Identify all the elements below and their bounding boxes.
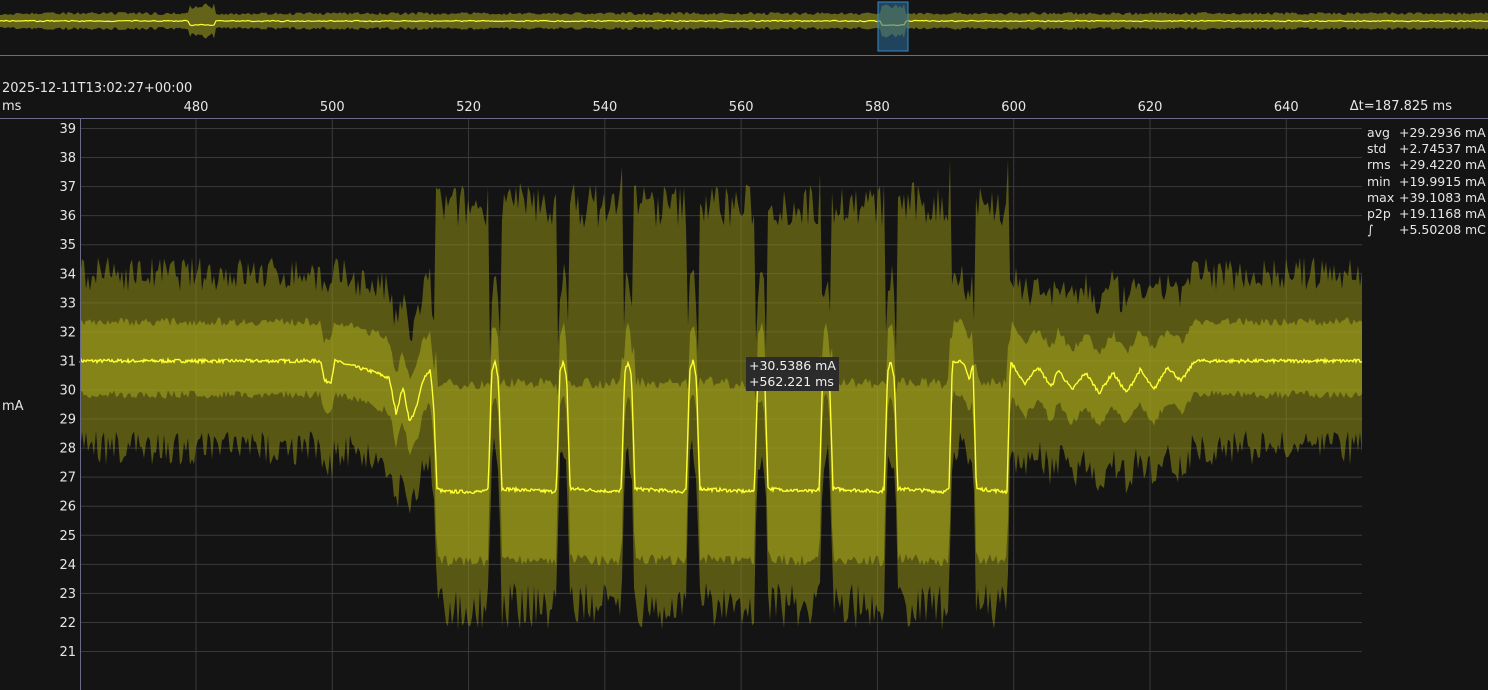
- x-tick-label: 480: [184, 100, 209, 115]
- y-tick-label: 29: [59, 413, 76, 428]
- stat-key: ∫: [1367, 222, 1374, 238]
- current-chart[interactable]: 480 500 520 540 560 580 600 620 640 21 22 23 24 25 26…: [0, 0, 1488, 690]
- stat-key: p2p: [1367, 206, 1391, 222]
- x-tick-label: 640: [1274, 100, 1299, 115]
- stat-row: avg +29.2936 mA: [1367, 125, 1486, 141]
- y-tick-label: 26: [59, 500, 76, 515]
- stat-key: rms: [1367, 157, 1391, 173]
- y-tick-label: 35: [59, 238, 76, 253]
- stat-unit: mA: [1465, 189, 1486, 205]
- x-tick-label: 500: [320, 100, 345, 115]
- stat-row: std +2.74537 mA: [1367, 141, 1486, 157]
- stat-unit: mA: [1465, 173, 1486, 189]
- x-tick-label: 560: [729, 100, 754, 115]
- y-tick-label: 27: [59, 471, 76, 486]
- stat-row: rms +29.4220 mA: [1367, 157, 1486, 173]
- stat-value: +29.2936: [1399, 125, 1462, 140]
- stat-value: +19.1168: [1399, 206, 1462, 222]
- y-tick-label: 33: [59, 296, 76, 311]
- y-tick-label: 34: [59, 267, 76, 282]
- y-tick-label: 25: [59, 529, 76, 544]
- stat-value: +5.50208: [1399, 222, 1462, 238]
- stat-key: max: [1367, 189, 1395, 205]
- y-tick-label: 32: [59, 325, 76, 340]
- stat-row: ∫ +5.50208 mC: [1367, 222, 1486, 238]
- y-tick-label: 30: [59, 384, 76, 399]
- y-tick-label: 24: [59, 558, 76, 573]
- x-tick-label: 600: [1001, 100, 1026, 115]
- stat-unit: mA: [1465, 157, 1486, 173]
- stat-key: avg: [1367, 125, 1390, 140]
- stat-row: p2p +19.1168 mA: [1367, 206, 1486, 222]
- tooltip-time: +562.221 ms: [749, 374, 834, 389]
- x-tick-label: 540: [592, 100, 617, 115]
- x-axis-ticks: 480 500 520 540 560 580 600 620 640: [184, 100, 1299, 115]
- y-axis-ticks: 21 22 23 24 25 26 27 28 29 30 31 32 33 34 35 36 37 38 39: [59, 122, 76, 660]
- signal-bands: [80, 159, 1362, 631]
- x-tick-label: 620: [1138, 100, 1163, 115]
- statistics-panel: avg +29.2936 mA std +2.74537 mA rms +29.4220 mA m…: [1367, 125, 1486, 238]
- stat-value: +2.74537: [1399, 141, 1462, 157]
- stat-value: +39.1083: [1399, 189, 1462, 205]
- stat-unit: mA: [1465, 141, 1486, 157]
- stat-key: min: [1367, 173, 1391, 189]
- stat-value: +19.9915: [1399, 173, 1462, 189]
- y-tick-label: 28: [59, 442, 76, 457]
- y-tick-label: 36: [59, 209, 76, 224]
- stat-row: min +19.9915 mA: [1367, 174, 1486, 190]
- y-tick-label: 37: [59, 180, 76, 195]
- y-tick-label: 39: [59, 122, 76, 137]
- y-tick-label: 38: [59, 151, 76, 166]
- stat-unit: mC: [1465, 222, 1486, 238]
- stat-unit: mA: [1465, 206, 1486, 222]
- y-tick-label: 23: [59, 587, 76, 602]
- cursor-tooltip: +30.5386 mA +562.221 ms: [746, 357, 839, 391]
- stat-value: +29.4220: [1399, 157, 1462, 173]
- y-tick-label: 31: [59, 354, 76, 369]
- stat-row: max +39.1083 mA: [1367, 190, 1486, 206]
- y-tick-label: 21: [59, 645, 76, 660]
- tooltip-current: +30.5386 mA: [749, 358, 836, 373]
- stat-unit: mA: [1465, 125, 1486, 140]
- x-tick-label: 580: [865, 100, 890, 115]
- stat-key: std: [1367, 141, 1387, 157]
- y-tick-label: 22: [59, 616, 76, 631]
- x-tick-label: 520: [456, 100, 481, 115]
